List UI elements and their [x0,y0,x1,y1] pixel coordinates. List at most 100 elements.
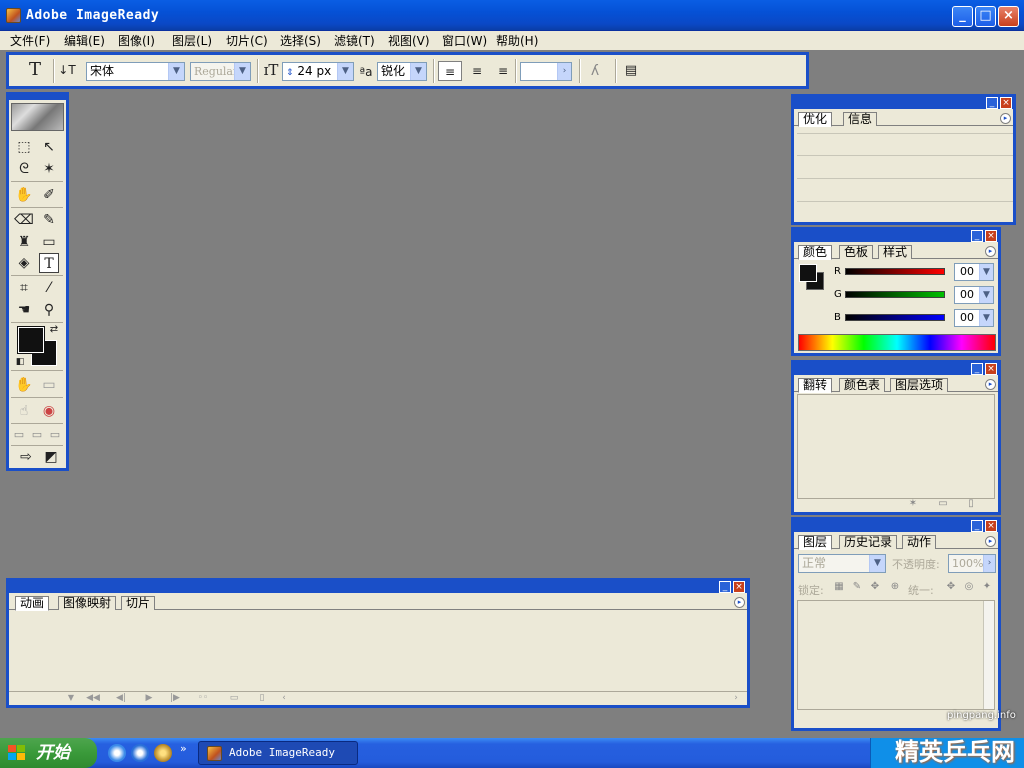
tab-history[interactable]: 历史记录 [839,535,898,549]
red-value-field[interactable]: 00 ▼ [954,263,994,281]
paint-bucket-tool-icon[interactable]: ◈ [14,253,34,273]
font-style-select[interactable]: Regular ▼ [190,62,251,81]
layers-scrollbar[interactable] [983,601,994,709]
tab-color[interactable]: 颜色 [798,245,833,260]
green-slider[interactable] [845,291,945,298]
toggle-slice-visibility-icon[interactable]: ✋ [14,375,34,395]
panel-minimize-button[interactable]: _ [971,363,983,375]
menu-filter[interactable]: 滤镜(T) [334,32,375,49]
vertical-type-toggle-icon[interactable]: ↓T [57,60,77,80]
tab-slices[interactable]: 切片 [121,596,156,610]
swap-colors-icon[interactable]: ⇄ [47,323,61,337]
duplicate-frame-icon[interactable]: ▭ [227,692,241,704]
tab-actions[interactable]: 动作 [902,535,937,549]
green-value-field[interactable]: 00 ▼ [954,286,994,304]
panel-minimize-button[interactable]: _ [986,97,998,109]
toolbox-header[interactable] [9,95,66,100]
lock-transparency-icon[interactable]: ▦ [832,580,846,594]
quicklaunch-expand-icon[interactable]: » [180,742,187,755]
type-tool-icon[interactable]: T [39,253,59,273]
menu-help[interactable]: 帮助(H) [496,32,538,49]
loop-options-icon[interactable]: ▼ [65,692,77,704]
tab-animation[interactable]: 动画 [15,596,50,611]
slice-select-tool-icon[interactable]: ✐ [39,185,59,205]
tab-swatches[interactable]: 色板 [839,245,874,259]
move-tool-icon[interactable]: ↖ [39,137,59,157]
browser-icon[interactable] [131,744,149,762]
internet-explorer-icon[interactable] [108,744,126,762]
lock-all-icon[interactable]: ⊕ [888,580,902,594]
font-size-field[interactable]: ⇕ 24 px ▼ [282,62,354,81]
font-family-select[interactable]: 宋体 ▼ [86,62,185,81]
align-left-icon[interactable]: ≡ [438,61,462,81]
panel-menu-icon[interactable]: ▸ [985,379,996,390]
preview-browser-icon[interactable]: ◉ [39,401,59,421]
tab-layer-options[interactable]: 图层选项 [890,378,949,392]
lasso-tool-icon[interactable]: ᘓ [14,159,34,179]
palettes-toggle-icon[interactable]: ▤ [621,61,641,81]
menu-view[interactable]: 视图(V) [388,32,430,49]
panel-close-button[interactable]: × [733,581,745,593]
panel-close-button[interactable]: × [985,363,997,375]
lock-move-icon[interactable]: ✥ [868,580,882,594]
eraser-tool-icon[interactable]: ⌫ [14,210,34,230]
trash-icon[interactable]: ▯ [255,692,269,704]
text-color-field[interactable]: › [520,62,572,81]
trash-icon[interactable]: ▯ [964,497,978,511]
panel-title-bar[interactable] [794,230,998,242]
photoshop-app-icon[interactable]: ◩ [41,447,61,467]
unify-style-icon[interactable]: ✦ [980,580,994,594]
panel-menu-icon[interactable]: ▸ [1000,113,1011,124]
foreground-color-swatch[interactable] [17,326,45,354]
toggle-image-map-icon[interactable]: ▭ [39,375,59,395]
taskbar-item-imageready[interactable]: Adobe ImageReady [198,741,358,765]
foreground-color-chip[interactable] [799,264,817,282]
close-button[interactable]: × [998,6,1019,27]
align-right-icon[interactable]: ≡ [491,61,515,81]
scroll-left-icon[interactable]: ‹ [279,692,289,704]
tab-rollover[interactable]: 翻转 [798,378,833,393]
tween-icon[interactable]: ◦◦ [195,692,211,704]
panel-close-button[interactable]: × [985,520,997,532]
panel-title-bar[interactable] [794,97,1013,109]
blue-value-field[interactable]: 00 ▼ [954,309,994,327]
scroll-right-icon[interactable]: › [731,692,741,704]
slice-tool-icon[interactable]: ✋ [14,185,34,205]
next-frame-icon[interactable]: |▶ [167,692,183,704]
rollover-list[interactable] [797,394,995,499]
panel-menu-icon[interactable]: ▸ [734,597,745,608]
title-bar[interactable]: Adobe ImageReady _ □ × [0,0,1024,31]
red-slider[interactable] [845,268,945,275]
menu-edit[interactable]: 编辑(E) [64,32,105,49]
panel-minimize-button[interactable]: _ [971,230,983,242]
panel-minimize-button[interactable]: _ [971,520,983,532]
media-player-icon[interactable] [154,744,172,762]
lock-paint-icon[interactable]: ✎ [850,580,864,594]
panel-menu-icon[interactable]: ▸ [985,246,996,257]
menu-window[interactable]: 窗口(W) [442,32,487,49]
menu-slices[interactable]: 切片(C) [226,32,268,49]
magic-wand-tool-icon[interactable]: ✶ [39,159,59,179]
new-state-icon[interactable]: ✶ [906,497,920,511]
clone-stamp-tool-icon[interactable]: ♜ [14,232,34,252]
blend-mode-select[interactable]: 正常 ▼ [798,554,886,573]
start-button[interactable]: 开始 [0,738,97,768]
rollover-preview-icon[interactable]: ☝ [14,401,34,421]
brush-tool-icon[interactable]: ✎ [39,210,59,230]
tab-info[interactable]: 信息 [843,112,878,126]
screen-mode-full-icon[interactable]: ▭ [47,425,63,445]
zoom-tool-icon[interactable]: ⚲ [39,300,59,320]
spinner-icon[interactable]: ⇕ [286,68,294,78]
minimize-button[interactable]: _ [952,6,973,27]
align-center-icon[interactable]: ≡ [465,61,489,81]
menu-image[interactable]: 图像(I) [118,32,155,49]
unify-position-icon[interactable]: ✥ [944,580,958,594]
default-colors-icon[interactable]: ◧ [14,356,26,368]
opacity-field[interactable]: 100% › [948,554,996,573]
panel-menu-icon[interactable]: ▸ [985,536,996,547]
menu-layer[interactable]: 图层(L) [172,32,212,49]
tab-layers[interactable]: 图层 [798,535,833,550]
rectangle-tool-icon[interactable]: ▭ [39,232,59,252]
tab-color-table[interactable]: 颜色表 [839,378,886,392]
unify-visibility-icon[interactable]: ◎ [962,580,976,594]
